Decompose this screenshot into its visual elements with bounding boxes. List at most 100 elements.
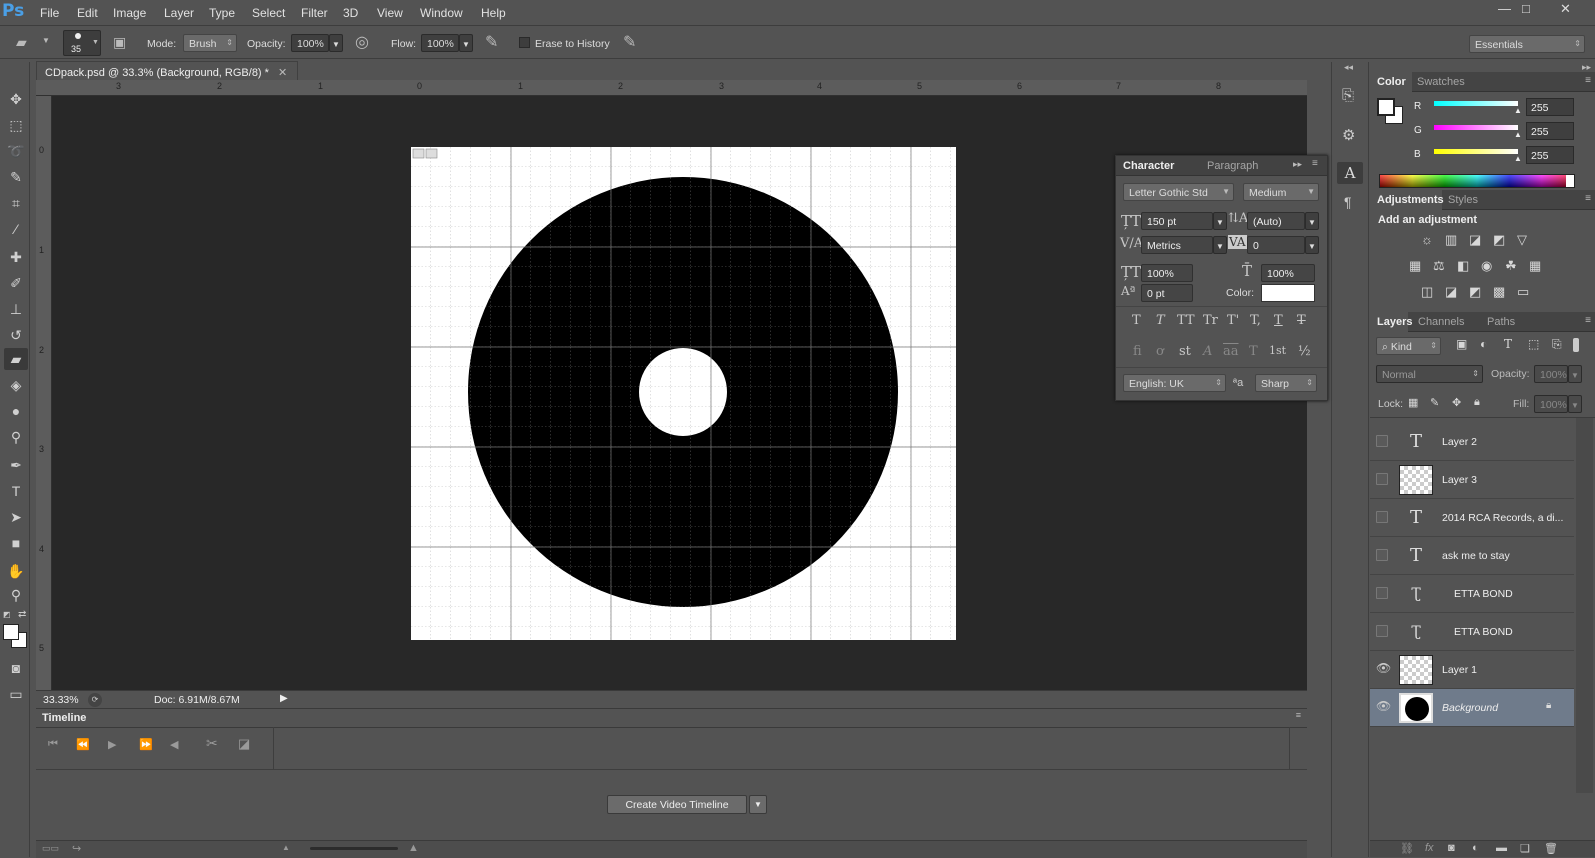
erase-history-checkbox[interactable] — [519, 37, 530, 48]
lock-position-icon[interactable]: ✥ — [1452, 396, 1461, 409]
collapse-arrows-icon[interactable]: ◂◂ — [1344, 62, 1353, 73]
lock-all-icon[interactable]: 🔒︎ — [1474, 396, 1480, 409]
subscript-button[interactable]: T, — [1250, 313, 1261, 328]
convert-icon[interactable]: ↪ — [72, 842, 81, 855]
brush-preset-picker[interactable]: 35 ▼ — [63, 30, 101, 56]
slider-handle-icon[interactable]: ▲ — [1514, 154, 1522, 163]
visibility-toggle[interactable] — [1376, 587, 1388, 599]
eraser-icon[interactable]: ▰ — [16, 34, 27, 51]
panel-menu-icon[interactable]: ≡ — [1312, 158, 1318, 169]
menu-filter[interactable]: Filter — [301, 6, 328, 20]
hand-tool-icon[interactable]: ✋ — [4, 560, 28, 582]
play-icon[interactable]: ▶ — [108, 738, 116, 751]
font-style-dropdown[interactable]: Medium ▼ — [1243, 183, 1319, 201]
panel-menu-icon[interactable]: ≡ — [1585, 193, 1591, 204]
filter-adjustment-icon[interactable]: ◐ — [1480, 337, 1487, 351]
marquee-tool-icon[interactable]: ⬚ — [4, 114, 28, 136]
opacity-field[interactable]: 100% — [291, 34, 329, 52]
tab-paragraph[interactable]: Paragraph — [1207, 160, 1258, 172]
rectangle-tool-icon[interactable]: ■ — [4, 532, 28, 554]
healing-brush-tool-icon[interactable]: ✚ — [4, 246, 28, 268]
lock-pixels-icon[interactable]: ✎ — [1430, 396, 1439, 409]
ligatures-button[interactable]: fi — [1133, 344, 1142, 359]
status-menu-arrow-icon[interactable]: ▶ — [280, 693, 288, 704]
create-video-timeline-button[interactable]: Create Video Timeline — [607, 795, 747, 814]
layer-row[interactable]: Layer 3 — [1370, 461, 1574, 499]
photo-filter-icon[interactable]: ◉ — [1481, 258, 1492, 274]
path-selection-tool-icon[interactable]: ➤ — [4, 506, 28, 528]
zoom-level[interactable]: 33.33% — [43, 694, 79, 706]
language-dropdown[interactable]: English: UK ⇕ — [1123, 374, 1226, 392]
menu-select[interactable]: Select — [252, 6, 285, 20]
pen-tool-icon[interactable]: ✒ — [4, 454, 28, 476]
layer-opacity-dropdown[interactable]: ▼ — [1568, 365, 1582, 383]
sync-icon[interactable]: ⟳ — [88, 693, 102, 707]
color-balance-icon[interactable]: ⚖ — [1433, 258, 1445, 274]
layers-scrollbar[interactable] — [1576, 418, 1593, 793]
timeline-type-dropdown[interactable]: ▼ — [749, 795, 767, 814]
font-size-dropdown[interactable]: ▼ — [1213, 212, 1227, 230]
tab-adjustments[interactable]: Adjustments — [1377, 194, 1444, 206]
transition-icon[interactable]: ◪ — [238, 736, 250, 752]
quick-select-tool-icon[interactable]: ✎ — [4, 166, 28, 188]
minimize-button[interactable]: — — [1498, 1, 1511, 16]
menu-image[interactable]: Image — [113, 6, 146, 20]
vibrance-icon[interactable]: ▽ — [1517, 232, 1527, 248]
strikethrough-button[interactable]: T — [1297, 313, 1306, 328]
eraser-tool-icon[interactable]: ▰ — [4, 348, 28, 370]
stylistic-alternates-button[interactable]: aa — [1223, 344, 1239, 359]
properties-panel-icon[interactable]: ⚙ — [1342, 126, 1355, 144]
eye-icon[interactable]: 👁︎ — [1376, 700, 1391, 713]
zoom-tool-icon[interactable]: ⚲ — [4, 584, 28, 606]
zoom-in-icon[interactable]: ▲ — [408, 842, 419, 854]
menu-view[interactable]: View — [377, 6, 403, 20]
default-colors-icon[interactable]: ◩ — [3, 610, 11, 619]
previous-frame-icon[interactable]: ⏪ — [76, 738, 90, 751]
tab-layers[interactable]: Layers — [1377, 316, 1412, 328]
document-canvas[interactable] — [411, 147, 956, 640]
horizontal-ruler[interactable]: 3 2 1 0 1 2 3 4 5 6 7 8 — [36, 80, 1307, 96]
zoom-out-icon[interactable]: ▲ — [282, 843, 290, 852]
text-color-swatch[interactable] — [1261, 284, 1315, 302]
layer-row-selected[interactable]: 👁︎ Background 🔒︎ — [1370, 689, 1574, 727]
screen-mode-icon[interactable]: ▭ — [4, 683, 28, 705]
visibility-toggle[interactable] — [1376, 473, 1388, 485]
leading-dropdown[interactable]: ▼ — [1305, 212, 1319, 230]
lasso-tool-icon[interactable]: ➰ — [4, 140, 28, 162]
filter-type-icon[interactable]: T — [1504, 337, 1512, 351]
fx-icon[interactable]: fx — [1425, 842, 1434, 854]
underline-button[interactable]: T — [1274, 313, 1283, 328]
font-size-field[interactable]: 150 pt — [1141, 212, 1213, 230]
vertical-scale-field[interactable]: 100% — [1141, 264, 1193, 282]
blue-value-field[interactable]: 255 — [1526, 146, 1574, 164]
layer-row[interactable]: Ʈ ETTA BOND — [1370, 575, 1574, 613]
add-mask-icon[interactable]: ◙ — [1448, 842, 1455, 854]
titling-alternates-button[interactable]: T — [1249, 344, 1258, 359]
horizontal-scale-field[interactable]: 100% — [1261, 264, 1315, 282]
layer-row[interactable]: T ask me to stay — [1370, 537, 1574, 575]
threshold-icon[interactable]: ◩ — [1469, 284, 1481, 300]
audio-icon[interactable]: ◀ — [170, 738, 178, 751]
tracking-dropdown[interactable]: ▼ — [1305, 236, 1319, 254]
history-panel-icon[interactable]: ⎘ — [1342, 87, 1354, 104]
type-tool-icon[interactable]: T — [4, 480, 28, 502]
timeline-zoom-slider[interactable] — [310, 847, 398, 850]
kerning-field[interactable]: Metrics — [1141, 236, 1213, 254]
blue-slider[interactable] — [1434, 149, 1518, 154]
move-tool-icon[interactable]: ✥ — [4, 88, 28, 110]
tab-swatches[interactable]: Swatches — [1417, 76, 1465, 88]
tab-character[interactable]: Character — [1123, 160, 1174, 172]
swap-colors-icon[interactable]: ⇄ — [18, 609, 26, 620]
clone-stamp-tool-icon[interactable]: ⊥ — [4, 298, 28, 320]
panel-menu-icon[interactable]: ≡ — [1585, 315, 1591, 326]
baseline-shift-field[interactable]: 0 pt — [1141, 284, 1193, 302]
filter-smart-object-icon[interactable]: ⎘ — [1552, 337, 1562, 352]
scissors-icon[interactable]: ✂ — [206, 735, 218, 752]
pressure-size-icon[interactable]: ✎ — [623, 32, 636, 52]
link-layers-icon[interactable]: ⛓ — [1400, 842, 1414, 855]
new-adjustment-layer-icon[interactable]: ◐ — [1472, 842, 1479, 854]
crop-tool-icon[interactable]: ⌗ — [4, 192, 28, 214]
eyedropper-tool-icon[interactable]: ⁄ — [4, 218, 28, 240]
flow-field[interactable]: 100% — [421, 34, 459, 52]
panel-menu-icon[interactable]: ≡ — [1296, 710, 1301, 720]
